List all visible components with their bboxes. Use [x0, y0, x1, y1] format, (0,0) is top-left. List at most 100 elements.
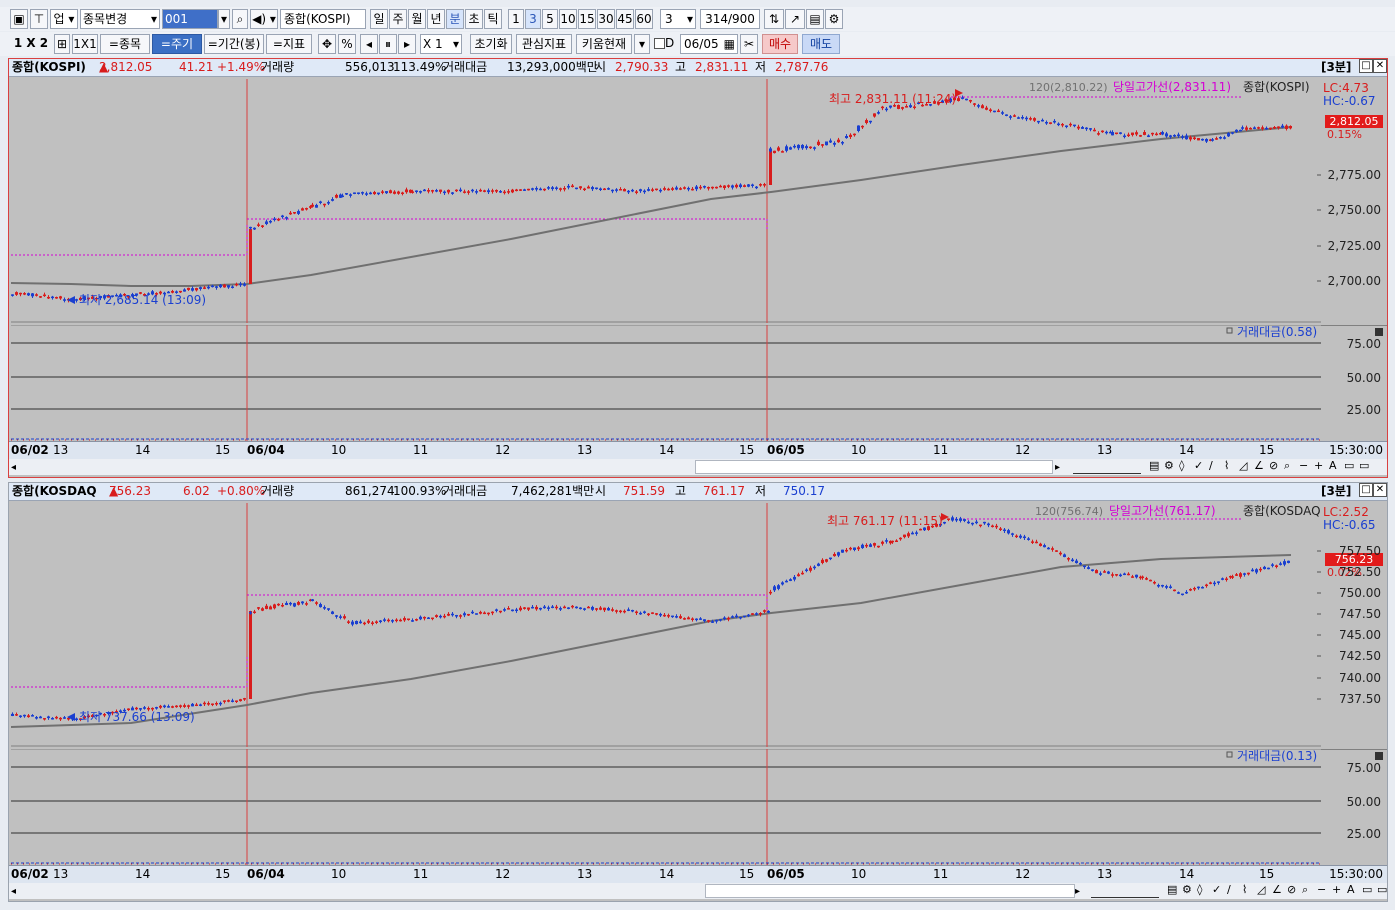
speaker-icon[interactable]: ◀) ▾ — [250, 9, 278, 29]
wave-icon[interactable]: ⌇ — [1224, 459, 1229, 472]
gear-icon[interactable]: ⚙ — [1164, 459, 1174, 472]
diamond-icon[interactable]: ◊ — [1197, 883, 1202, 896]
period-button-5[interactable]: 초 — [465, 9, 483, 29]
line-icon[interactable]: ∕ — [1209, 459, 1213, 472]
interval-button-7[interactable]: 60 — [635, 9, 653, 29]
scroll-right-icon[interactable]: ▸ — [1075, 886, 1080, 897]
sell-button[interactable]: 매도 — [802, 34, 840, 54]
amount-chart-svg[interactable]: 거래대금(0.13) — [11, 748, 1321, 865]
trend-icon[interactable]: ↗ — [785, 9, 805, 29]
erase-icon[interactable]: ⊘ — [1287, 883, 1296, 896]
plus-icon[interactable]: + — [1332, 883, 1341, 896]
scroll-thumb[interactable] — [695, 460, 1053, 474]
pin-icon[interactable]: ⊤ — [30, 9, 48, 29]
today-high-legend[interactable]: 당일고가선(761.17) — [1109, 504, 1216, 518]
kiwoom-current-button[interactable]: 키움현재 — [576, 34, 632, 54]
angle-icon[interactable]: ∠ — [1272, 883, 1282, 896]
today-high-legend[interactable]: 당일고가선(2,831.11) — [1113, 80, 1231, 94]
amount-plot-area[interactable]: 거래대금(0.13) — [11, 748, 1321, 865]
box-icon[interactable]: ▭ — [1362, 883, 1372, 896]
save-icon[interactable]: ▤ — [806, 9, 824, 29]
amount-legend[interactable]: 거래대금(0.13) — [1237, 749, 1317, 763]
text-tool-icon[interactable]: A — [1347, 883, 1355, 896]
window-icon[interactable]: ▣ — [10, 9, 28, 29]
pause-icon[interactable]: ⏸ — [379, 34, 397, 54]
text-tool-icon[interactable]: A — [1329, 459, 1337, 472]
market-select[interactable]: 업 ▾ — [50, 9, 78, 29]
prev-icon[interactable]: ◂ — [360, 34, 378, 54]
count-field[interactable]: 314/900 — [700, 9, 760, 29]
series-legend[interactable]: 종합(KOSDAQ) — [1243, 504, 1325, 518]
date-field[interactable]: 06/05 ▦ — [680, 34, 738, 54]
angle-icon[interactable]: ∠ — [1254, 459, 1264, 472]
minus-icon[interactable]: − — [1299, 459, 1308, 472]
ma-legend[interactable]: 120(2,810.22) — [1029, 81, 1108, 94]
ma-legend[interactable]: 120(756.74) — [1035, 505, 1103, 518]
sub-close-icon[interactable] — [1375, 752, 1383, 760]
layout-label[interactable]: 1 X 2 — [10, 34, 52, 54]
series-legend[interactable]: 종합(KOSPI) — [1243, 80, 1310, 94]
next-icon[interactable]: ▸ — [398, 34, 416, 54]
period-sync-button[interactable]: =주기 — [152, 34, 202, 54]
amount-legend[interactable]: 거래대금(0.58) — [1237, 325, 1317, 339]
period-button-0[interactable]: 일 — [370, 9, 388, 29]
interval-select[interactable]: 3 ▾ — [660, 9, 696, 29]
maximize-icon[interactable]: □ — [1359, 59, 1373, 73]
period-button-6[interactable]: 틱 — [484, 9, 502, 29]
interval-button-6[interactable]: 45 — [616, 9, 634, 29]
indicator-sync-button[interactable]: =지표 — [266, 34, 312, 54]
search-icon[interactable]: ⌕ — [232, 9, 248, 29]
interval-button-3[interactable]: 10 — [559, 9, 577, 29]
line-icon[interactable]: ∕ — [1227, 883, 1231, 896]
price-chart-svg[interactable]: 최고 761.17 (11:15) 최저 737.66 (13:09) 120(75… — [10, 503, 1325, 747]
stock-sync-button[interactable]: =종목 — [100, 34, 150, 54]
scroll-left-icon[interactable]: ◂ — [11, 462, 16, 473]
grid-icon[interactable]: ⊞ — [54, 34, 70, 54]
kiwoom-dropdown-icon[interactable]: ▾ — [634, 34, 650, 54]
reset-button[interactable]: 초기화 — [470, 34, 512, 54]
triangle-icon[interactable]: ◿ — [1257, 883, 1265, 896]
interval-button-4[interactable]: 15 — [578, 9, 596, 29]
range-sync-button[interactable]: =기간(봉) — [204, 34, 264, 54]
zoom-select[interactable]: X 1 ▾ — [420, 34, 462, 54]
scroll-left-icon[interactable]: ◂ — [11, 886, 16, 897]
close-icon[interactable]: ✕ — [1373, 483, 1387, 497]
check-icon[interactable]: ✓ — [1194, 459, 1203, 472]
magnify-icon[interactable]: ⌕ — [1302, 883, 1308, 897]
triangle-icon[interactable]: ◿ — [1239, 459, 1247, 472]
watch-indicator-button[interactable]: 관심지표 — [516, 34, 572, 54]
erase-icon[interactable]: ⊘ — [1269, 459, 1278, 472]
minus-icon[interactable]: − — [1317, 883, 1326, 896]
window-icon[interactable]: ▭ — [1377, 883, 1387, 896]
table-icon[interactable]: ▤ — [1167, 883, 1177, 896]
table-icon[interactable]: ▤ — [1149, 459, 1159, 472]
plus-icon[interactable]: + — [1314, 459, 1323, 472]
interval-button-5[interactable]: 30 — [597, 9, 615, 29]
code-dropdown-icon[interactable]: ▾ — [218, 9, 230, 29]
price-chart-svg[interactable]: 최고 2,831.11 (11:24) 최저 2,685.14 (13:09) 12… — [10, 79, 1321, 323]
zoom-slider[interactable] — [1073, 460, 1141, 474]
amount-chart-svg[interactable]: 거래대금(0.58) — [11, 324, 1321, 441]
interval-button-0[interactable]: 1 — [508, 9, 524, 29]
wave-icon[interactable]: ⌇ — [1242, 883, 1247, 896]
period-button-3[interactable]: 년 — [427, 9, 445, 29]
panel-stock-name[interactable]: 종합(KOSDAQ — [12, 483, 97, 500]
interval-button-2[interactable]: 5 — [542, 9, 558, 29]
buy-button[interactable]: 매수 — [762, 34, 798, 54]
gear-icon[interactable]: ⚙ — [1182, 883, 1192, 896]
scroll-right-icon[interactable]: ▸ — [1055, 462, 1060, 473]
price-plot-area[interactable]: 최고 2,831.11 (11:24) 최저 2,685.14 (13:09) 12… — [10, 79, 1321, 323]
check-icon[interactable]: ✓ — [1212, 883, 1221, 896]
maximize-icon[interactable]: □ — [1359, 483, 1373, 497]
move-icon[interactable]: ✥ — [318, 34, 336, 54]
period-button-2[interactable]: 월 — [408, 9, 426, 29]
zoom-slider[interactable] — [1091, 884, 1159, 898]
panel-stock-name[interactable]: 종합(KOSPI) — [12, 59, 86, 76]
date-checkbox[interactable]: D — [654, 34, 680, 54]
stock-change-select[interactable]: 종목변경 ▾ — [80, 9, 160, 29]
percent-button[interactable]: % — [338, 34, 356, 54]
amount-plot-area[interactable]: 거래대금(0.58) — [11, 324, 1321, 441]
magnify-icon[interactable]: ⌕ — [1284, 459, 1290, 473]
box-icon[interactable]: ▭ — [1344, 459, 1354, 472]
window-icon[interactable]: ▭ — [1359, 459, 1369, 472]
